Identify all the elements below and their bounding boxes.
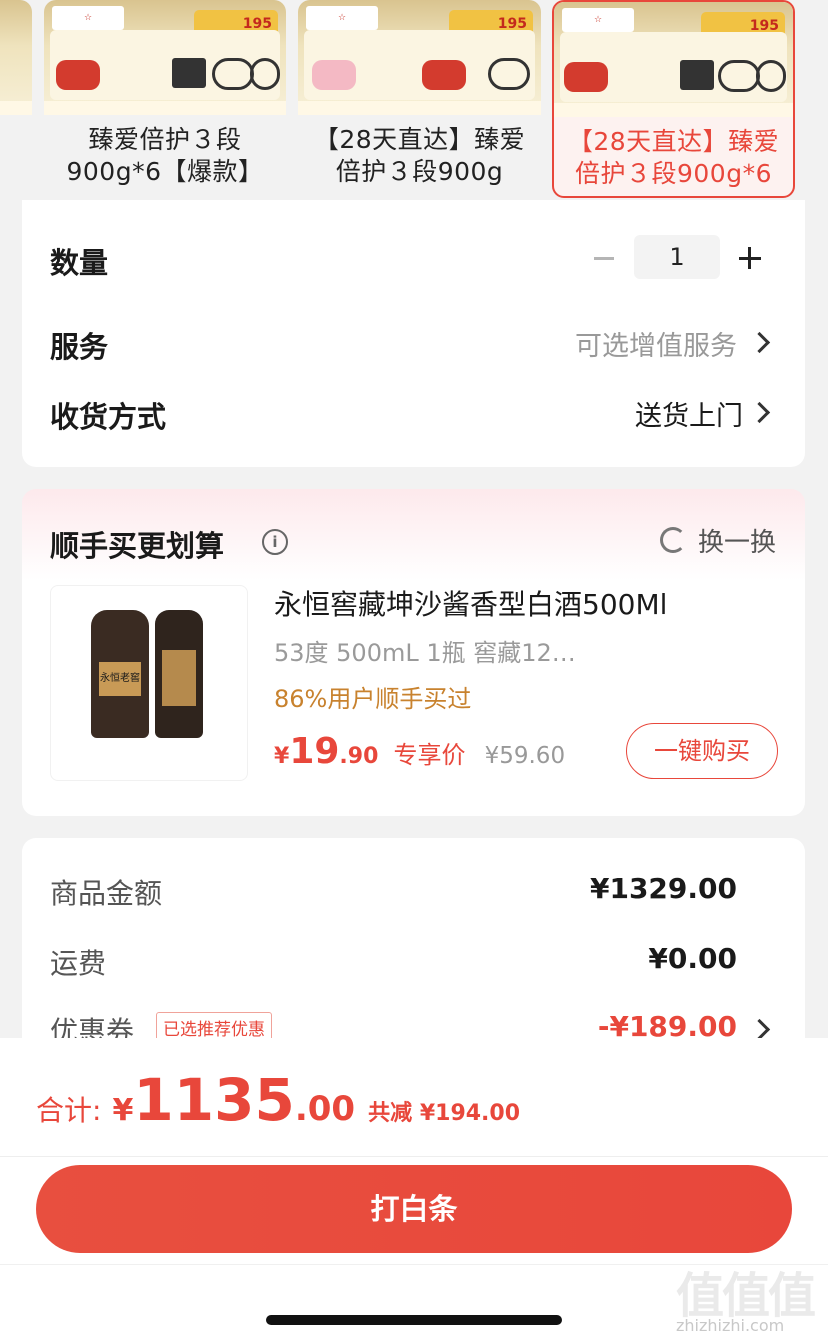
variant-option-1[interactable]: ☆ 195 臻爱倍护３段900g*6【爆款】 bbox=[44, 0, 286, 198]
variant-strip: ☆ 195 臻爱倍护３段900g*6【爆款】 ☆ 195 【28天直达】臻爱倍护… bbox=[0, 0, 828, 200]
promo-badge: ☆ bbox=[306, 6, 378, 30]
variant-image: ☆ 195 bbox=[554, 2, 793, 117]
upsell-title: 顺手买更划算 bbox=[50, 529, 225, 563]
total-integer: 1135 bbox=[133, 1066, 295, 1134]
service-row[interactable]: 服务 可选增值服务 bbox=[22, 312, 805, 372]
quantity-increment-button[interactable] bbox=[734, 240, 768, 276]
variant-edge-left[interactable] bbox=[0, 0, 32, 198]
refresh-icon bbox=[660, 527, 686, 553]
goods-amount-value: ¥1329.00 bbox=[589, 872, 737, 905]
price-decimal: .90 bbox=[339, 744, 379, 769]
variant-image: ☆ 195 bbox=[298, 0, 541, 115]
goods-amount-label: 商品金额 bbox=[50, 877, 163, 910]
variant-option-2[interactable]: ☆ 195 【28天直达】臻爱倍护３段900g bbox=[298, 0, 541, 198]
chevron-right-icon bbox=[748, 401, 771, 424]
variant-image bbox=[0, 0, 32, 115]
upsell-product-image[interactable]: 永恒老窖 bbox=[50, 585, 248, 781]
original-price: ¥59.60 bbox=[484, 743, 566, 769]
total-decimal: .00 bbox=[294, 1089, 356, 1129]
bottle-front: 永恒老窖 bbox=[91, 610, 149, 738]
one-click-buy-button[interactable]: 一键购买 bbox=[626, 723, 778, 779]
price-currency: ¥ bbox=[274, 744, 290, 769]
upsell-card: 顺手买更划算 i 换一换 永恒老窖 永恒窖藏坤沙酱香型白酒500Ml 53度 5… bbox=[22, 489, 805, 816]
shipping-label: 运费 bbox=[50, 947, 107, 980]
checkout-bar: 合计: ¥1135.00 共减 ¥194.00 打白条 值值值 zhizhizh… bbox=[0, 1038, 828, 1343]
total-label: 合计: bbox=[36, 1094, 102, 1127]
delivery-label: 收货方式 bbox=[50, 400, 167, 434]
total-row: 合计: ¥1135.00 共减 ¥194.00 bbox=[36, 1066, 520, 1134]
service-label: 服务 bbox=[50, 330, 109, 364]
delivery-row[interactable]: 收货方式 送货上门 bbox=[22, 382, 805, 442]
variant-label: 【28天直达】臻爱倍护３段900g bbox=[313, 125, 526, 186]
variant-option-3-selected[interactable]: ☆ 195 【28天直达】臻爱倍护３段900g*6 bbox=[552, 0, 795, 198]
service-value: 可选增值服务 bbox=[575, 331, 737, 362]
bottle-back bbox=[155, 610, 203, 738]
variant-label: 【28天直达】臻爱倍护３段900g*6 bbox=[567, 127, 780, 188]
upsell-product-name[interactable]: 永恒窖藏坤沙酱香型白酒500Ml bbox=[274, 583, 667, 623]
delivery-value: 送货上门 bbox=[635, 401, 743, 432]
variant-label: 臻爱倍护３段900g*6【爆款】 bbox=[66, 125, 264, 186]
promo-badge: ☆ bbox=[52, 6, 124, 30]
pay-button[interactable]: 打白条 bbox=[36, 1165, 792, 1253]
total-saved: 共减 ¥194.00 bbox=[368, 1101, 521, 1126]
upsell-price: ¥19.90 专享价 ¥59.60 bbox=[274, 731, 565, 772]
quantity-label: 数量 bbox=[50, 246, 109, 280]
price-integer: 19 bbox=[289, 731, 340, 772]
refresh-button[interactable]: 换一换 bbox=[658, 522, 788, 558]
shipping-value: ¥0.00 bbox=[648, 942, 737, 975]
divider bbox=[0, 1156, 828, 1157]
chevron-right-icon bbox=[748, 1018, 771, 1041]
promo-badge: ☆ bbox=[562, 8, 634, 32]
info-icon[interactable]: i bbox=[262, 529, 288, 555]
quantity-decrement-button[interactable] bbox=[590, 240, 620, 276]
minus-icon bbox=[594, 257, 614, 260]
total-currency: ¥ bbox=[112, 1093, 134, 1128]
refresh-label: 换一换 bbox=[698, 528, 777, 558]
home-indicator bbox=[266, 1315, 562, 1325]
price-note: 专享价 bbox=[393, 741, 466, 769]
purchase-options-card: 数量 1 服务 可选增值服务 收货方式 送货上门 bbox=[22, 200, 805, 467]
variant-image: ☆ 195 bbox=[44, 0, 286, 115]
bottle-label: 永恒老窖 bbox=[99, 662, 141, 696]
watermark-url: zhizhizhi.com bbox=[676, 1316, 785, 1335]
chevron-right-icon bbox=[748, 331, 771, 354]
upsell-social-proof: 86%用户顺手买过 bbox=[274, 685, 472, 713]
quantity-input[interactable]: 1 bbox=[634, 235, 720, 279]
upsell-product-spec: 53度 500mL 1瓶 窖藏12… bbox=[274, 639, 576, 667]
